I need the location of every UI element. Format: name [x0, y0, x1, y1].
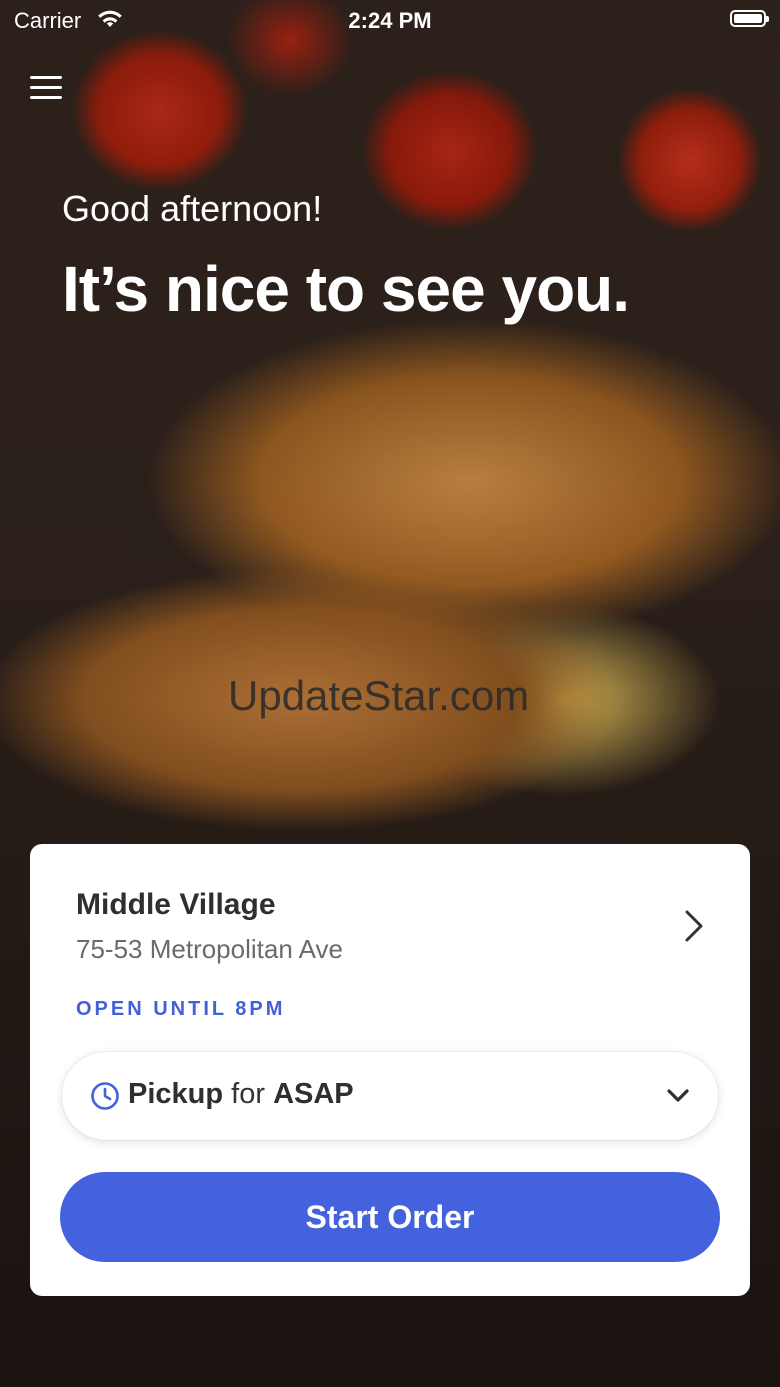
welcome-headline: It’s nice to see you.	[62, 253, 630, 325]
location-name: Middle Village	[76, 888, 276, 921]
chevron-down-icon	[667, 1089, 689, 1102]
clock-icon	[91, 1082, 119, 1110]
order-mode-type: Pickup	[128, 1078, 224, 1110]
clock-time: 2:24 PM	[348, 8, 432, 33]
open-hours-status: OPEN UNTIL 8PM	[76, 998, 286, 1020]
watermark-text: UpdateStar.com	[228, 672, 530, 719]
order-card: Middle Village 75-53 Metropolitan Ave OP…	[30, 844, 750, 1296]
chevron-right-icon	[685, 910, 703, 942]
location-row[interactable]: Middle Village 75-53 Metropolitan Ave	[76, 888, 716, 968]
battery-icon	[730, 10, 769, 27]
status-bar: Carrier 2:24 PM	[0, 0, 780, 40]
order-mode-connector: for	[231, 1078, 265, 1110]
order-mode-select[interactable]: Pickup for ASAP	[62, 1052, 718, 1140]
location-address: 75-53 Metropolitan Ave	[76, 934, 343, 964]
order-mode-label: Pickup for ASAP	[128, 1078, 354, 1111]
order-mode-time: ASAP	[273, 1078, 354, 1110]
greeting-text: Good afternoon!	[62, 188, 323, 229]
hamburger-menu-icon[interactable]	[30, 74, 62, 102]
start-order-button[interactable]: Start Order	[60, 1172, 720, 1262]
